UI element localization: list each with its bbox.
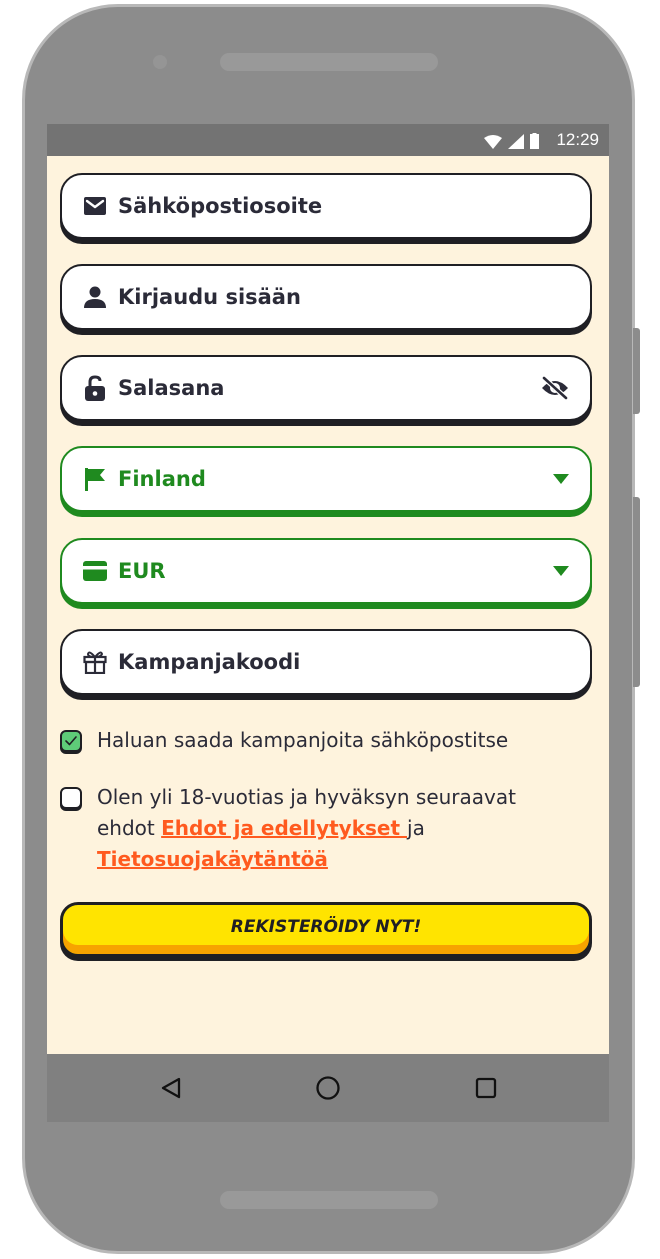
camera (153, 55, 167, 69)
phone-screen: 12:29 Sähköpostiosoite Kirjaudu sisään S… (47, 124, 609, 1122)
privacy-policy-link[interactable]: Tietosuojakäytäntöä (97, 847, 328, 871)
home-circle-icon (316, 1076, 340, 1100)
terms-consent-row: Olen yli 18-vuotias ja hyväksyn seuraava… (60, 785, 550, 875)
terms-consent-label: Olen yli 18-vuotias ja hyväksyn seuraava… (97, 782, 550, 875)
promo-code-field[interactable]: Kampanjakoodi (60, 629, 592, 695)
volume-button[interactable] (633, 497, 640, 687)
marketing-consent-row: Haluan saada kampanjoita sähköpostitse (60, 728, 508, 756)
username-field[interactable]: Kirjaudu sisään (60, 264, 592, 330)
recents-square-icon (475, 1077, 497, 1099)
recents-button[interactable] (472, 1074, 500, 1102)
username-placeholder: Kirjaudu sisään (118, 285, 301, 309)
status-time: 12:29 (556, 130, 599, 149)
terms-consent-connector: ja (407, 816, 425, 840)
signal-icon (508, 134, 524, 149)
country-select[interactable]: Finland (60, 446, 592, 512)
register-button-label: REKISTERÖIDY NYT! (230, 917, 422, 937)
user-icon (82, 284, 108, 310)
promo-code-placeholder: Kampanjakoodi (118, 650, 301, 674)
email-placeholder: Sähköpostiosoite (118, 194, 323, 218)
password-placeholder: Salasana (118, 376, 225, 400)
password-field[interactable]: Salasana (60, 355, 592, 421)
flag-icon (82, 466, 108, 492)
status-icons (484, 133, 539, 149)
status-bar: 12:29 (47, 124, 609, 156)
wifi-icon (484, 135, 502, 149)
navigation-bar (47, 1054, 609, 1122)
eye-slash-icon[interactable] (540, 376, 570, 400)
earpiece-speaker (220, 53, 438, 71)
back-triangle-icon (161, 1077, 181, 1099)
marketing-consent-label: Haluan saada kampanjoita sähköpostitse (97, 728, 509, 752)
chevron-down-icon (552, 565, 570, 577)
chevron-down-icon (552, 473, 570, 485)
gift-icon (82, 649, 108, 675)
currency-value: EUR (118, 559, 166, 583)
power-button[interactable] (633, 328, 640, 414)
envelope-icon (82, 193, 108, 219)
email-field[interactable]: Sähköpostiosoite (60, 173, 592, 239)
unlock-icon (82, 375, 108, 401)
back-button[interactable] (157, 1074, 185, 1102)
country-value: Finland (118, 467, 206, 491)
terms-link[interactable]: Ehdot ja edellytykset (161, 816, 407, 840)
bottom-speaker (220, 1191, 438, 1209)
credit-card-icon (82, 558, 108, 584)
register-button[interactable]: REKISTERÖIDY NYT! (60, 902, 592, 957)
marketing-consent-checkbox[interactable] (60, 730, 82, 752)
home-button[interactable] (314, 1074, 342, 1102)
battery-icon (530, 133, 539, 149)
checkmark-icon (65, 736, 77, 746)
currency-select[interactable]: EUR (60, 538, 592, 604)
terms-consent-checkbox[interactable] (60, 787, 82, 809)
